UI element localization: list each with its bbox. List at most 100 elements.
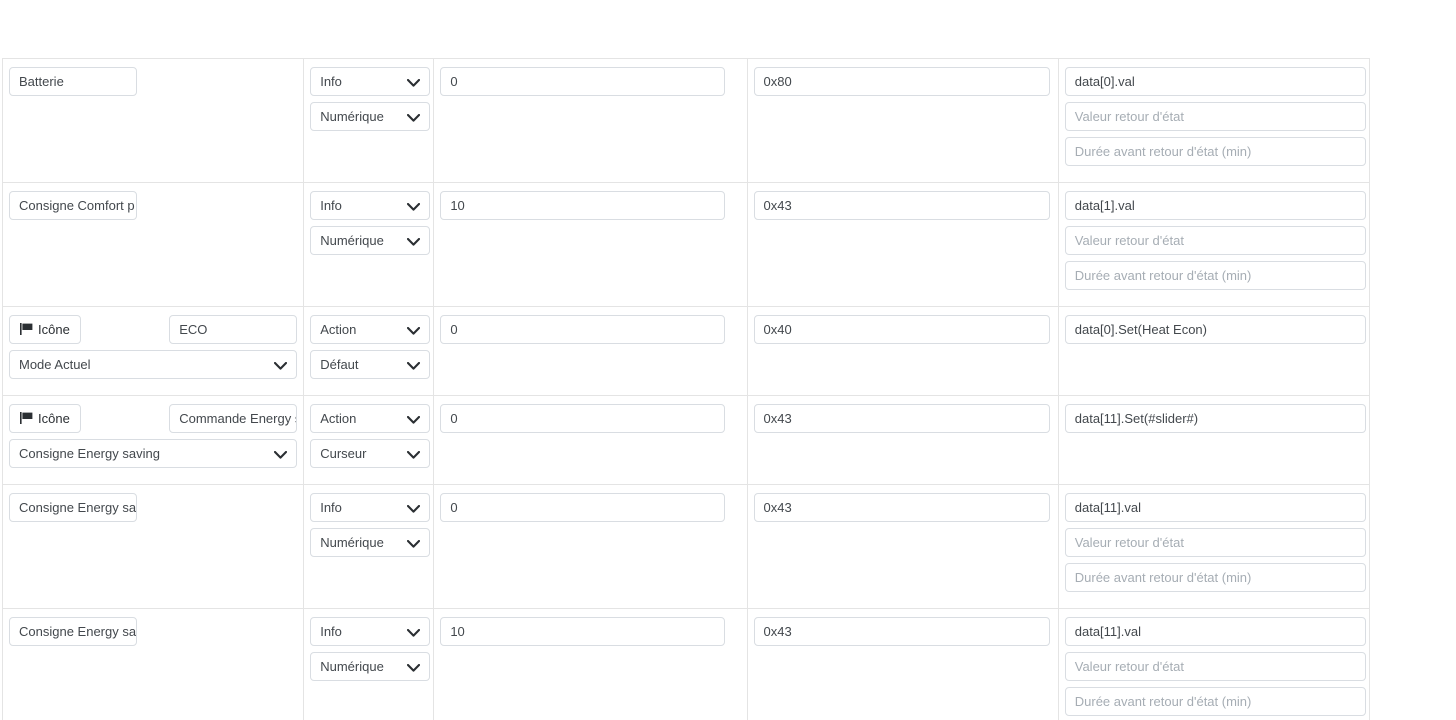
- state-return-value-input[interactable]: Valeur retour d'état: [1064, 528, 1366, 557]
- command-request-input[interactable]: data[11].val: [1064, 493, 1366, 522]
- command-type-select[interactable]: Info: [310, 67, 431, 96]
- screen-root: { "theme": { "border": "#e4e4e4", "contr…: [0, 0, 1456, 720]
- command-subtype-value: Numérique: [320, 233, 384, 248]
- name-row-inline: Icône ECO: [9, 315, 298, 350]
- flag-icon: [20, 322, 33, 337]
- command-name-input[interactable]: Consigne Energy sa: [9, 493, 137, 522]
- command-subname-input[interactable]: Commande Energy s: [169, 404, 298, 433]
- state-return-delay-input[interactable]: Durée avant retour d'état (min): [1064, 261, 1366, 290]
- state-return-delay-input[interactable]: Durée avant retour d'état (min): [1064, 137, 1366, 166]
- state-return-value-input[interactable]: Valeur retour d'état: [1064, 102, 1366, 131]
- state-return-value-input[interactable]: Valeur retour d'état: [1064, 226, 1366, 255]
- command-name-input[interactable]: Batterie: [9, 67, 137, 96]
- cell-name: Consigne Energy sa: [1, 484, 305, 609]
- command-address-input[interactable]: 0x43: [753, 191, 1050, 220]
- command-subtype-select[interactable]: Numérique: [310, 652, 431, 681]
- cell-type: Action Curseur: [303, 395, 435, 485]
- command-address-input[interactable]: 0x43: [753, 617, 1050, 646]
- cell-type: Info Numérique: [303, 182, 435, 307]
- command-type-select[interactable]: Info: [310, 617, 431, 646]
- command-type-select[interactable]: Info: [310, 493, 431, 522]
- command-type-value: Action: [320, 322, 357, 337]
- command-type-value: Info: [320, 500, 342, 515]
- cell-address: 0x43: [746, 182, 1059, 307]
- cell-address: 0x80: [746, 58, 1059, 183]
- table-row: Consigne Energy sa Info Numérique 0 0x43 data…: [1, 484, 1371, 609]
- cell-value: 0: [433, 395, 748, 485]
- chevron-down-icon: [407, 653, 421, 680]
- command-name-input[interactable]: Consigne Comfort p: [9, 191, 137, 220]
- commands-table: Batterie Info Numérique 0 0x80 data[0].val Val…: [1, 58, 1371, 720]
- command-subtype-value: Curseur: [320, 446, 367, 461]
- command-address-input[interactable]: 0x43: [753, 493, 1050, 522]
- cell-request: data[1].val Valeur retour d'état Durée ava…: [1057, 182, 1371, 307]
- commands-table-body: Batterie Info Numérique 0 0x80 data[0].val Val…: [1, 58, 1371, 720]
- command-value-input[interactable]: 0: [440, 493, 726, 522]
- state-return-delay-input[interactable]: Durée avant retour d'état (min): [1064, 563, 1366, 592]
- chevron-down-icon: [407, 227, 421, 254]
- command-subtype-select[interactable]: Curseur: [310, 439, 431, 468]
- icon-picker-label: Icône: [38, 322, 70, 337]
- command-type-value: Info: [320, 624, 342, 639]
- command-subname-input[interactable]: ECO: [169, 315, 298, 344]
- cell-request: data[11].val Valeur retour d'état Durée av…: [1057, 608, 1371, 720]
- command-subtype-select[interactable]: Numérique: [310, 102, 431, 131]
- chevron-down-icon: [274, 351, 288, 378]
- command-subtype-value: Numérique: [320, 109, 384, 124]
- command-subtype-select[interactable]: Numérique: [310, 528, 431, 557]
- icon-picker-label: Icône: [38, 411, 70, 426]
- command-type-select[interactable]: Action: [310, 404, 431, 433]
- cell-value: 0: [433, 484, 748, 609]
- cell-address: 0x40: [746, 306, 1059, 396]
- command-value-input[interactable]: 0: [440, 404, 726, 433]
- cell-name: Icône ECO Mode Actuel: [1, 306, 305, 396]
- cell-value: 10: [433, 608, 748, 720]
- chevron-down-icon: [407, 494, 421, 521]
- state-return-delay-input[interactable]: Durée avant retour d'état (min): [1064, 687, 1366, 716]
- state-return-value-input[interactable]: Valeur retour d'état: [1064, 652, 1366, 681]
- chevron-down-icon: [274, 440, 288, 467]
- cell-address: 0x43: [746, 395, 1059, 485]
- chevron-down-icon: [407, 351, 421, 378]
- cell-value: 10: [433, 182, 748, 307]
- command-address-input[interactable]: 0x43: [753, 404, 1050, 433]
- cell-type: Info Numérique: [303, 484, 435, 609]
- command-subtype-value: Numérique: [320, 535, 384, 550]
- command-request-input[interactable]: data[11].val: [1064, 617, 1366, 646]
- chevron-down-icon: [407, 529, 421, 556]
- chevron-down-icon: [407, 316, 421, 343]
- cell-type: Info Numérique: [303, 58, 435, 183]
- cell-type: Action Défaut: [303, 306, 435, 396]
- command-value-input[interactable]: 10: [440, 191, 726, 220]
- command-type-select[interactable]: Action: [310, 315, 431, 344]
- command-value-input[interactable]: 0: [440, 315, 726, 344]
- cell-request: data[11].Set(#slider#): [1057, 395, 1371, 485]
- command-request-input[interactable]: data[0].val: [1064, 67, 1366, 96]
- command-value-input[interactable]: 0: [440, 67, 726, 96]
- command-subtype-value: Numérique: [320, 659, 384, 674]
- command-address-input[interactable]: 0x80: [753, 67, 1050, 96]
- command-binding-select[interactable]: Mode Actuel: [9, 350, 298, 379]
- command-binding-select-value: Mode Actuel: [19, 357, 91, 372]
- command-type-select[interactable]: Info: [310, 191, 431, 220]
- command-request-input[interactable]: data[0].Set(Heat Econ): [1064, 315, 1366, 344]
- command-subtype-select[interactable]: Défaut: [310, 350, 431, 379]
- command-binding-select[interactable]: Consigne Energy saving: [9, 439, 298, 468]
- command-request-input[interactable]: data[1].val: [1064, 191, 1366, 220]
- command-request-input[interactable]: data[11].Set(#slider#): [1064, 404, 1366, 433]
- command-value-input[interactable]: 10: [440, 617, 726, 646]
- cell-request: data[11].val Valeur retour d'état Durée av…: [1057, 484, 1371, 609]
- icon-picker-button[interactable]: Icône: [9, 315, 81, 344]
- command-subtype-select[interactable]: Numérique: [310, 226, 431, 255]
- icon-picker-button[interactable]: Icône: [9, 404, 81, 433]
- flag-icon: [20, 411, 33, 426]
- table-row: Icône Commande Energy s Consigne Energy sa…: [1, 395, 1371, 485]
- cell-value: 0: [433, 58, 748, 183]
- cell-name: Batterie: [1, 58, 305, 183]
- command-name-input[interactable]: Consigne Energy sa: [9, 617, 137, 646]
- command-address-input[interactable]: 0x40: [753, 315, 1050, 344]
- cell-name: Consigne Energy sa: [1, 608, 305, 720]
- table-row: Batterie Info Numérique 0 0x80 data[0].val Val…: [1, 58, 1371, 183]
- chevron-down-icon: [407, 192, 421, 219]
- table-row: Icône ECO Mode Actuel Action Défaut 0 0x40 data…: [1, 306, 1371, 396]
